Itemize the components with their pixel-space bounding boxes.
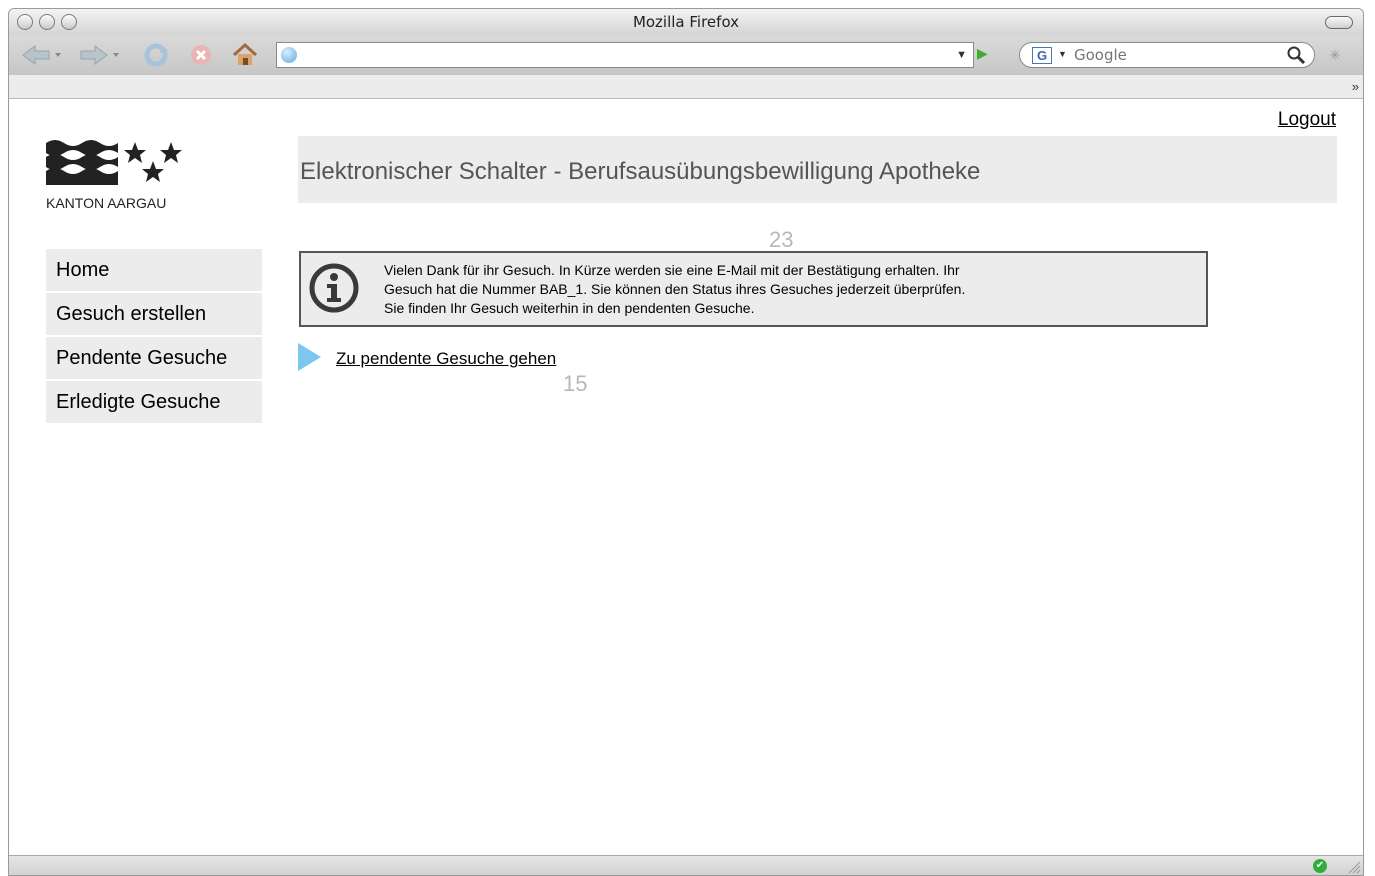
arrow-right-icon — [298, 343, 321, 371]
go-arrow-icon[interactable]: ▶ — [977, 45, 988, 62]
forward-button[interactable] — [75, 43, 123, 67]
info-line: Gesuch hat die Nummer BAB_1. Sie können … — [384, 281, 966, 297]
annotation-number: 15 — [563, 371, 588, 396]
url-bar[interactable]: ▼ — [276, 42, 974, 68]
info-message-text: Vielen Dank für ihr Gesuch. In Kürze wer… — [384, 261, 1184, 318]
search-box[interactable]: G ▼ — [1019, 42, 1315, 68]
back-button[interactable] — [17, 43, 65, 67]
page-title: Elektronischer Schalter - Berufsausübung… — [300, 158, 981, 185]
info-line: Sie finden Ihr Gesuch weiterhin in den p… — [384, 300, 755, 316]
home-button[interactable] — [230, 43, 260, 67]
stop-icon — [191, 45, 211, 65]
reload-icon — [144, 43, 168, 67]
search-input[interactable] — [1074, 46, 1274, 64]
title-bar: Mozilla Firefox — [9, 9, 1363, 35]
annotation-number: 23 — [769, 227, 794, 252]
go-to-pending-link[interactable]: Zu pendente Gesuche gehen — [336, 349, 556, 369]
navigation-toolbar: ▼ ▶ G ▼ ✳ — [9, 35, 1363, 75]
kanton-aargau-logo: KANTON AARGAU — [46, 139, 186, 211]
stop-button[interactable] — [186, 43, 216, 67]
forward-arrow-icon — [80, 45, 119, 65]
status-ok-check-icon: ✔ — [1313, 859, 1327, 873]
back-arrow-icon — [22, 45, 61, 65]
window-title: Mozilla Firefox — [632, 13, 740, 31]
bookmarks-bar: » — [9, 75, 1363, 99]
site-globe-icon — [281, 47, 297, 63]
toolbar-toggle-button[interactable] — [1325, 16, 1353, 29]
aargau-coat-of-arms-icon — [46, 140, 182, 185]
reload-button[interactable] — [141, 43, 171, 67]
search-engine-dropdown-icon[interactable]: ▼ — [1058, 49, 1067, 59]
magnifier-icon[interactable] — [1286, 46, 1306, 68]
home-icon — [232, 43, 258, 65]
url-history-dropdown-icon[interactable]: ▼ — [956, 49, 967, 61]
logout-link[interactable]: Logout — [1278, 109, 1336, 131]
browser-window: Mozilla Firefox ▼ ▶ G ▼ Google ✳ » Logou… — [8, 8, 1364, 876]
search-engine-icon[interactable]: G — [1032, 47, 1052, 64]
resize-grip-icon[interactable] — [1347, 860, 1361, 874]
status-bar: ✔ — [9, 855, 1363, 875]
nav-item-gesuch-erstellen[interactable]: Gesuch erstellen — [46, 293, 262, 335]
page-content: Logout KANTON AARGAU Elektronischer Scha… — [9, 99, 1363, 855]
loading-spinner-icon: ✳ — [1329, 47, 1341, 63]
more-bookmarks-chevron-icon[interactable]: » — [1352, 79, 1359, 94]
nav-item-pendente-gesuche[interactable]: Pendente Gesuche — [46, 337, 262, 379]
info-icon — [309, 263, 359, 313]
header-band: Elektronischer Schalter - Berufsausübung… — [298, 136, 1337, 203]
logo-caption: KANTON AARGAU — [46, 195, 167, 211]
nav-item-erledigte-gesuche[interactable]: Erledigte Gesuche — [46, 381, 262, 423]
nav-item-home[interactable]: Home — [46, 249, 262, 291]
side-navigation: Home Gesuch erstellen Pendente Gesuche E… — [46, 249, 262, 425]
info-message-box: Vielen Dank für ihr Gesuch. In Kürze wer… — [299, 251, 1208, 327]
info-line: Vielen Dank für ihr Gesuch. In Kürze wer… — [384, 262, 960, 278]
